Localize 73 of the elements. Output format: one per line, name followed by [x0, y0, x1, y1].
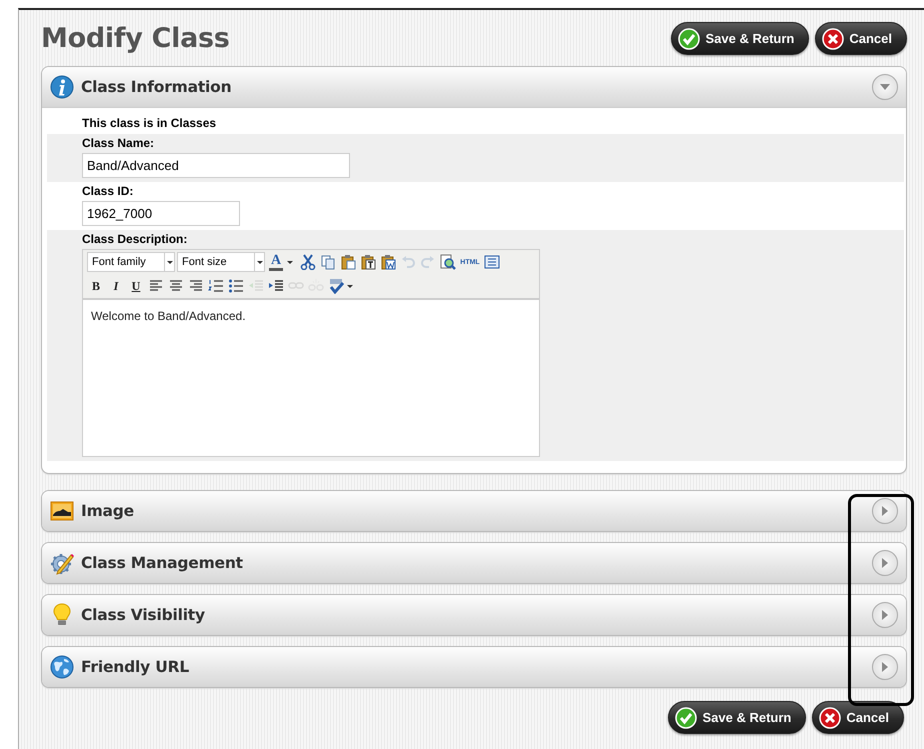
numbered-list-button[interactable]: [207, 277, 225, 295]
field-label: Class Name:: [82, 136, 156, 150]
page-title: Modify Class: [41, 23, 231, 54]
collapse-button[interactable]: [872, 74, 898, 100]
cancel-button[interactable]: Cancel: [812, 701, 904, 734]
section-header[interactable]: Class Management: [42, 543, 906, 583]
align-right-icon: [188, 278, 204, 294]
cancel-button[interactable]: Cancel: [815, 22, 907, 55]
location-note: This class is in Classes: [82, 116, 216, 130]
dropdown-arrow-icon: [164, 253, 174, 271]
save-return-button[interactable]: Save & Return: [671, 22, 810, 55]
section-title: Class Visibility: [81, 606, 206, 624]
scissors-button[interactable]: [299, 253, 317, 271]
font-size-select[interactable]: Font size: [177, 252, 265, 272]
indent-icon: [268, 278, 284, 294]
info-icon: [50, 75, 74, 99]
globe-icon: [50, 655, 74, 679]
align-center-icon: [168, 278, 184, 294]
clipboard-button[interactable]: [359, 253, 377, 271]
text-field[interactable]: Band/Advanced: [82, 153, 350, 178]
section-header[interactable]: Friendly URL: [42, 647, 906, 687]
text-field[interactable]: 1962_7000: [82, 201, 240, 226]
copy-button[interactable]: [319, 253, 337, 271]
clipboard-button[interactable]: [379, 253, 397, 271]
expand-button[interactable]: [872, 550, 898, 576]
magnifier-button[interactable]: [439, 253, 457, 271]
check-icon: [675, 706, 698, 728]
scissors-icon: [300, 254, 316, 270]
field-label: Class ID:: [82, 184, 134, 198]
clipboard-icon: [340, 254, 356, 270]
editor-content[interactable]: Welcome to Band/Advanced.: [83, 299, 539, 456]
clipboard-button[interactable]: [339, 253, 357, 271]
section-title: Image: [81, 502, 135, 520]
bullet-list-icon: [228, 278, 244, 294]
section-title: Class Management: [81, 554, 244, 572]
section-header[interactable]: Class Information: [42, 67, 906, 107]
align-left-icon: [148, 278, 164, 294]
expand-button[interactable]: [872, 602, 898, 628]
outdent-icon: [248, 278, 264, 294]
undo-icon: [400, 254, 416, 270]
window-icon: [484, 254, 500, 270]
spellcheck-icon: [328, 278, 344, 294]
clipboard-icon: [380, 254, 396, 270]
section-title: Friendly URL: [81, 658, 190, 676]
field-label: Class Description:: [82, 232, 188, 246]
magnifier-icon: [440, 254, 456, 270]
redo-icon: [420, 254, 436, 270]
numbered-list-icon: [208, 278, 224, 294]
dropdown-arrow-icon[interactable]: [287, 260, 293, 266]
italic-button[interactable]: I: [107, 277, 125, 295]
image-icon: [50, 499, 74, 523]
bold-button[interactable]: B: [87, 277, 105, 295]
section-title: Class Information: [81, 78, 232, 96]
section-header[interactable]: Image: [42, 491, 906, 531]
bullet-list-button[interactable]: [227, 277, 245, 295]
dropdown-arrow-icon[interactable]: [347, 284, 353, 290]
save-return-button[interactable]: Save & Return: [668, 701, 806, 734]
section-header[interactable]: Class Visibility: [42, 595, 906, 635]
close-icon: [822, 28, 844, 50]
underline-button[interactable]: U: [127, 277, 145, 295]
clipboard-icon: [360, 254, 376, 270]
check-icon: [678, 28, 700, 50]
expand-button[interactable]: [872, 654, 898, 680]
font-family-select[interactable]: Font family: [87, 252, 175, 272]
copy-icon: [320, 254, 336, 270]
dropdown-arrow-icon: [254, 253, 264, 271]
spellcheck-button[interactable]: [327, 277, 345, 295]
window-button[interactable]: [483, 253, 501, 271]
expand-button[interactable]: [872, 498, 898, 524]
description-text: Welcome to Band/Advanced.: [91, 309, 246, 323]
font-color-button[interactable]: A: [267, 253, 285, 271]
close-icon: [819, 706, 842, 728]
gear-pencil-icon: [50, 551, 74, 575]
